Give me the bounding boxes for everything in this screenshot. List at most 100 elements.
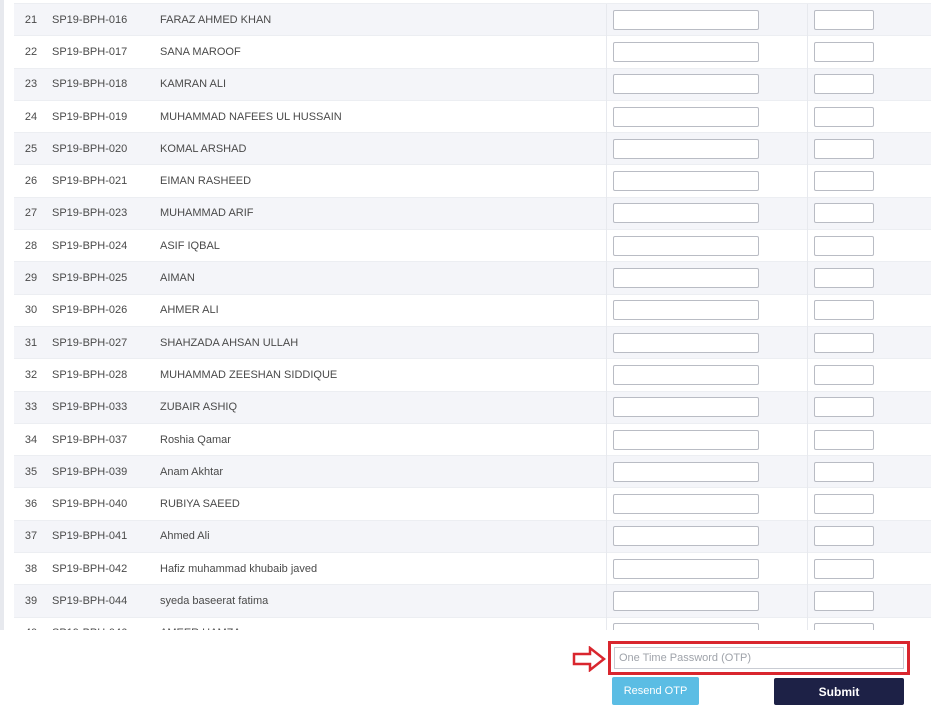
table-row: 39 SP19-BPH-044 syeda baseerat fatima: [14, 584, 931, 618]
row-number: 27: [14, 196, 48, 230]
student-name: MUHAMMAD NAFEES UL HUSSAIN: [154, 99, 607, 133]
marks-input[interactable]: [613, 397, 759, 418]
marks-cell: [606, 261, 808, 295]
grade-cell: [807, 67, 931, 101]
marks-cell: [606, 229, 808, 262]
grade-input[interactable]: [814, 41, 874, 62]
row-number: 29: [14, 261, 48, 295]
otp-input[interactable]: [614, 647, 904, 669]
grade-cell: [807, 164, 931, 198]
grade-input[interactable]: [814, 138, 874, 159]
grade-input[interactable]: [814, 74, 874, 95]
row-number: 21: [14, 2, 48, 36]
grade-input[interactable]: [814, 171, 874, 192]
registration-number: SP19-BPH-017: [48, 35, 154, 69]
row-number: 22: [14, 35, 48, 69]
table-row: 27 SP19-BPH-023 MUHAMMAD ARIF: [14, 196, 931, 230]
table-row: 38 SP19-BPH-042 Hafiz muhammad khubaib jav…: [14, 552, 931, 585]
registration-number: SP19-BPH-041: [48, 519, 154, 553]
registration-number: SP19-BPH-042: [48, 552, 154, 585]
marks-input[interactable]: [613, 494, 759, 515]
row-number: 24: [14, 99, 48, 133]
grade-input[interactable]: [814, 526, 874, 547]
grade-input[interactable]: [814, 364, 874, 385]
registration-number: SP19-BPH-040: [48, 487, 154, 521]
registration-number: SP19-BPH-023: [48, 196, 154, 230]
registration-number: SP19-BPH-025: [48, 261, 154, 295]
table-row: 23 SP19-BPH-018 KAMRAN ALI: [14, 67, 931, 101]
marks-input[interactable]: [613, 558, 759, 579]
student-name: MUHAMMAD ARIF: [154, 196, 607, 230]
grade-input[interactable]: [814, 397, 874, 418]
row-number: 33: [14, 390, 48, 424]
grade-input[interactable]: [814, 106, 874, 127]
page-left-edge: [0, 0, 4, 719]
otp-highlight-box: [608, 641, 910, 675]
marks-cell: [606, 164, 808, 198]
marks-input[interactable]: [613, 590, 759, 611]
grade-cell: [807, 455, 931, 488]
marks-cell: [606, 2, 808, 36]
student-name: MUHAMMAD ZEESHAN SIDDIQUE: [154, 358, 607, 392]
students-table-body: 21 SP19-BPH-016 FARAZ AHMED KHAN 22 SP19-BPH…: [14, 2, 931, 649]
student-name: Ahmed Ali: [154, 519, 607, 553]
grade-input[interactable]: [814, 494, 874, 515]
registration-number: SP19-BPH-026: [48, 293, 154, 327]
marks-input[interactable]: [613, 332, 759, 353]
student-name: ASIF IQBAL: [154, 229, 607, 262]
registration-number: SP19-BPH-020: [48, 132, 154, 165]
grade-input[interactable]: [814, 461, 874, 482]
row-number: 37: [14, 519, 48, 553]
marks-cell: [606, 455, 808, 488]
marks-input[interactable]: [613, 235, 759, 256]
resend-otp-button[interactable]: Resend OTP: [612, 677, 699, 705]
registration-number: SP19-BPH-019: [48, 99, 154, 133]
grade-input[interactable]: [814, 268, 874, 289]
registration-number: SP19-BPH-028: [48, 358, 154, 392]
grade-cell: [807, 422, 931, 456]
grade-input[interactable]: [814, 590, 874, 611]
grade-input[interactable]: [814, 558, 874, 579]
marks-input[interactable]: [613, 138, 759, 159]
marks-input[interactable]: [613, 364, 759, 385]
grade-cell: [807, 584, 931, 618]
marks-input[interactable]: [613, 429, 759, 450]
marks-cell: [606, 390, 808, 424]
student-name: EIMAN RASHEED: [154, 164, 607, 198]
table-row: 35 SP19-BPH-039 Anam Akhtar: [14, 455, 931, 488]
grade-cell: [807, 132, 931, 165]
marks-input[interactable]: [613, 171, 759, 192]
grade-input[interactable]: [814, 300, 874, 321]
grade-input[interactable]: [814, 332, 874, 353]
marks-input[interactable]: [613, 9, 759, 30]
registration-number: SP19-BPH-044: [48, 584, 154, 618]
grade-input[interactable]: [814, 235, 874, 256]
student-name: KAMRAN ALI: [154, 67, 607, 101]
table-row: 29 SP19-BPH-025 AIMAN: [14, 261, 931, 295]
registration-number: SP19-BPH-039: [48, 455, 154, 488]
grade-cell: [807, 519, 931, 553]
marks-input[interactable]: [613, 203, 759, 224]
student-name: AIMAN: [154, 261, 607, 295]
marks-input[interactable]: [613, 300, 759, 321]
row-number: 38: [14, 552, 48, 585]
marks-input[interactable]: [613, 268, 759, 289]
grade-cell: [807, 293, 931, 327]
marks-cell: [606, 519, 808, 553]
row-number: 32: [14, 358, 48, 392]
marks-input[interactable]: [613, 106, 759, 127]
grade-cell: [807, 487, 931, 521]
marks-input[interactable]: [613, 526, 759, 547]
grade-input[interactable]: [814, 203, 874, 224]
submit-button[interactable]: Submit: [774, 678, 904, 705]
marks-input[interactable]: [613, 41, 759, 62]
student-name: RUBIYA SAEED: [154, 487, 607, 521]
row-number: 28: [14, 229, 48, 262]
marks-input[interactable]: [613, 74, 759, 95]
marks-cell: [606, 422, 808, 456]
grade-input[interactable]: [814, 429, 874, 450]
marks-input[interactable]: [613, 461, 759, 482]
otp-section: Resend OTP Submit: [0, 630, 931, 719]
grade-input[interactable]: [814, 9, 874, 30]
row-number: 34: [14, 422, 48, 456]
